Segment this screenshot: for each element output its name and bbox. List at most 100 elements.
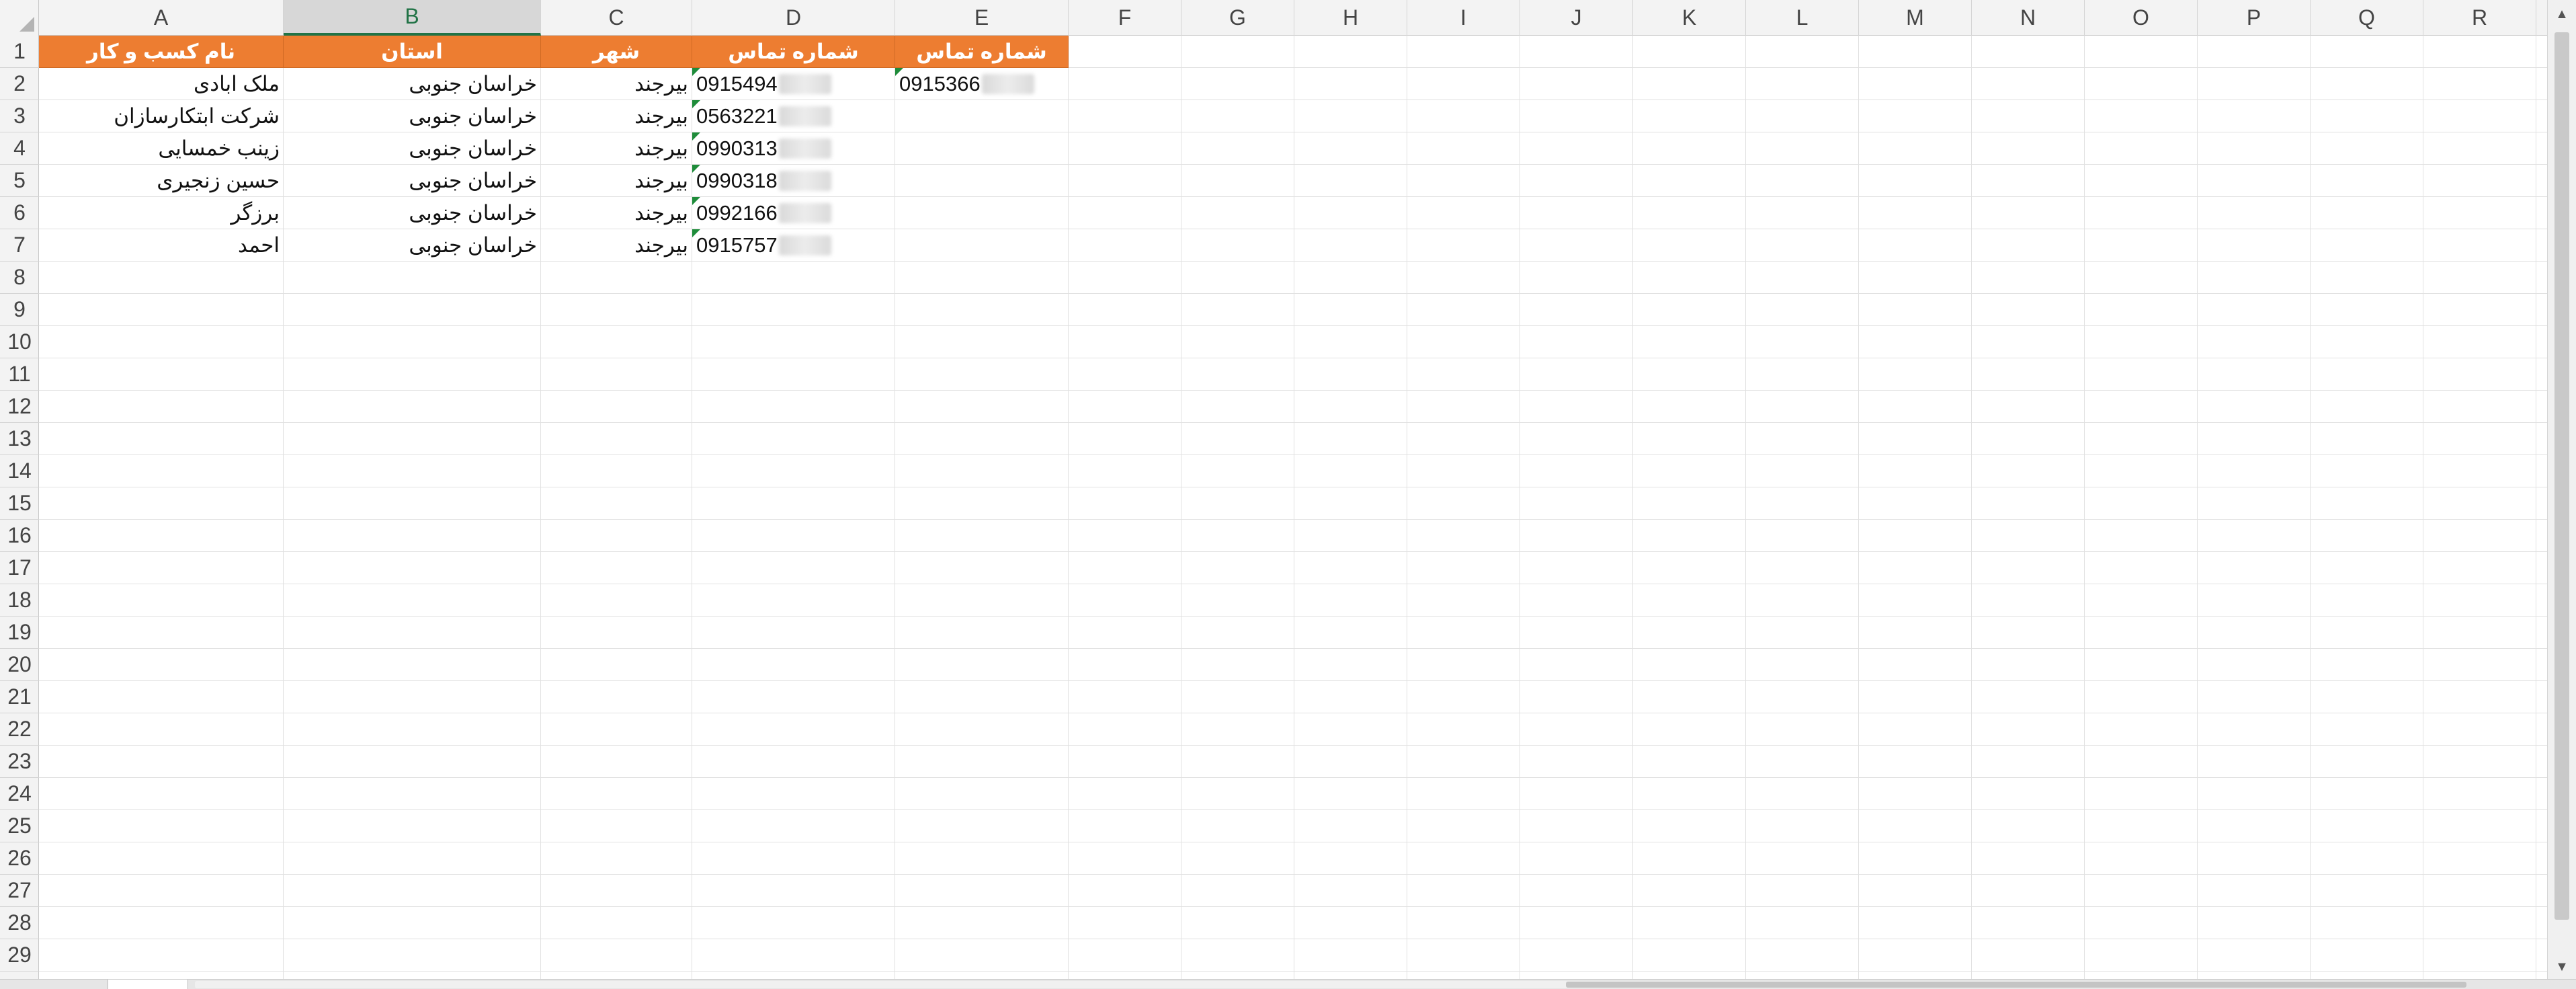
- column-header-n[interactable]: N: [1972, 0, 2085, 36]
- horizontal-scroll-thumb[interactable]: [1566, 982, 2466, 988]
- row-header-25[interactable]: 25: [0, 810, 39, 842]
- row-header-2[interactable]: 2: [0, 68, 39, 100]
- cell-c6[interactable]: بیرجند: [541, 197, 692, 229]
- column-header-i[interactable]: I: [1407, 0, 1520, 36]
- phone-number-visible: 0915494: [696, 72, 778, 95]
- column-header-b[interactable]: B: [284, 0, 541, 36]
- column-header-e[interactable]: E: [895, 0, 1069, 36]
- row-header-8[interactable]: 8: [0, 262, 39, 294]
- scroll-down-icon[interactable]: ▼: [2553, 958, 2571, 976]
- column-header-g[interactable]: G: [1181, 0, 1294, 36]
- cell-grid[interactable]: نام کسب و کار استان شهر شماره تماس شماره تما…: [39, 36, 2547, 979]
- row-header-4[interactable]: 4: [0, 132, 39, 165]
- row-header-10[interactable]: 10: [0, 326, 39, 358]
- column-header-k[interactable]: K: [1633, 0, 1746, 36]
- gridline-horizontal: [39, 519, 2547, 520]
- cell-c5[interactable]: بیرجند: [541, 165, 692, 197]
- header-cell-e[interactable]: شماره تماس: [895, 36, 1069, 68]
- cell-b5[interactable]: خراسان جنوبی: [284, 165, 541, 197]
- column-header-m[interactable]: M: [1859, 0, 1972, 36]
- cell-a2[interactable]: ملک ابادی: [39, 68, 284, 100]
- scroll-up-icon[interactable]: ▲: [2553, 5, 2571, 23]
- gridline-horizontal: [39, 906, 2547, 907]
- header-cell-b[interactable]: استان: [284, 36, 541, 68]
- gridline-horizontal: [39, 971, 2547, 972]
- column-header-q[interactable]: Q: [2311, 0, 2423, 36]
- row-header-21[interactable]: 21: [0, 681, 39, 713]
- cell-c7[interactable]: بیرجند: [541, 229, 692, 262]
- cell-b3[interactable]: خراسان جنوبی: [284, 100, 541, 132]
- cell-d5[interactable]: 0990318: [692, 165, 895, 197]
- sheet-tabs-bar: [0, 979, 2576, 989]
- row-header-20[interactable]: 20: [0, 649, 39, 681]
- cell-a6[interactable]: برزگر: [39, 197, 284, 229]
- redacted-digits: [778, 139, 831, 159]
- row-header-23[interactable]: 23: [0, 746, 39, 778]
- column-header-l[interactable]: L: [1746, 0, 1859, 36]
- cell-a5[interactable]: حسین زنجیری: [39, 165, 284, 197]
- gridline-horizontal: [39, 551, 2547, 552]
- cell-a3[interactable]: شرکت ابتکارسازان: [39, 100, 284, 132]
- row-header-22[interactable]: 22: [0, 713, 39, 746]
- phone-number-visible: 0563221: [696, 104, 778, 128]
- column-header-o[interactable]: O: [2085, 0, 2198, 36]
- cell-c3[interactable]: بیرجند: [541, 100, 692, 132]
- row-header-24[interactable]: 24: [0, 778, 39, 810]
- cell-d3[interactable]: 0563221: [692, 100, 895, 132]
- column-header-a[interactable]: A: [39, 0, 284, 36]
- row-header-19[interactable]: 19: [0, 617, 39, 649]
- column-header-p[interactable]: P: [2198, 0, 2311, 36]
- spreadsheet-window: ABCDEFGHIJKLMNOPQR 1 2 3 4 5 6 7 8 9 10 11 12 13 14 15…: [0, 0, 2576, 989]
- row-header-3[interactable]: 3: [0, 100, 39, 132]
- vertical-scrollbar[interactable]: ▲ ▼: [2547, 0, 2576, 979]
- column-header-h[interactable]: H: [1294, 0, 1407, 36]
- cell-b6[interactable]: خراسان جنوبی: [284, 197, 541, 229]
- row-header-15[interactable]: 15: [0, 487, 39, 520]
- row-header-9[interactable]: 9: [0, 294, 39, 326]
- cell-d4[interactable]: 0990313: [692, 132, 895, 165]
- cell-b4[interactable]: خراسان جنوبی: [284, 132, 541, 165]
- cell-c2[interactable]: بیرجند: [541, 68, 692, 100]
- sheet-tab[interactable]: [108, 980, 188, 989]
- header-cell-c[interactable]: شهر: [541, 36, 692, 68]
- number-as-text-flag-icon: [692, 100, 700, 108]
- row-header-6[interactable]: 6: [0, 197, 39, 229]
- column-header-d[interactable]: D: [692, 0, 895, 36]
- cell-d2[interactable]: 0915494: [692, 68, 895, 100]
- row-header-27[interactable]: 27: [0, 875, 39, 907]
- vertical-scroll-thumb[interactable]: [2554, 32, 2569, 920]
- column-header-j[interactable]: J: [1520, 0, 1633, 36]
- cell-e2[interactable]: 0915366: [895, 68, 1069, 100]
- cell-a4[interactable]: زینب خمسایی: [39, 132, 284, 165]
- cell-d7[interactable]: 0915757: [692, 229, 895, 262]
- row-header-12[interactable]: 12: [0, 391, 39, 423]
- row-header-7[interactable]: 7: [0, 229, 39, 262]
- cell-a7[interactable]: احمد: [39, 229, 284, 262]
- column-header-r[interactable]: R: [2423, 0, 2536, 36]
- phone-number-visible: 0990313: [696, 136, 778, 160]
- row-header-13[interactable]: 13: [0, 423, 39, 455]
- column-header-f[interactable]: F: [1069, 0, 1181, 36]
- header-cell-a[interactable]: نام کسب و کار: [39, 36, 284, 68]
- select-all-button[interactable]: [0, 0, 39, 36]
- row-header-29[interactable]: 29: [0, 939, 39, 972]
- row-header-14[interactable]: 14: [0, 455, 39, 487]
- row-header-18[interactable]: 18: [0, 584, 39, 617]
- row-header-1[interactable]: 1: [0, 36, 39, 68]
- column-header-c[interactable]: C: [541, 0, 692, 36]
- row-header-26[interactable]: 26: [0, 842, 39, 875]
- row-header-17[interactable]: 17: [0, 552, 39, 584]
- cell-d6[interactable]: 0992166: [692, 197, 895, 229]
- cell-b7[interactable]: خراسان جنوبی: [284, 229, 541, 262]
- row-header-5[interactable]: 5: [0, 165, 39, 197]
- gridline-vertical: [2197, 36, 2198, 979]
- redacted-digits: [981, 74, 1034, 94]
- cell-b2[interactable]: خراسان جنوبی: [284, 68, 541, 100]
- header-cell-d[interactable]: شماره تماس: [692, 36, 895, 68]
- row-header-28[interactable]: 28: [0, 907, 39, 939]
- phone-number-visible: 0990318: [696, 169, 778, 192]
- gridline-vertical: [2310, 36, 2311, 979]
- row-header-16[interactable]: 16: [0, 520, 39, 552]
- row-header-11[interactable]: 11: [0, 358, 39, 391]
- cell-c4[interactable]: بیرجند: [541, 132, 692, 165]
